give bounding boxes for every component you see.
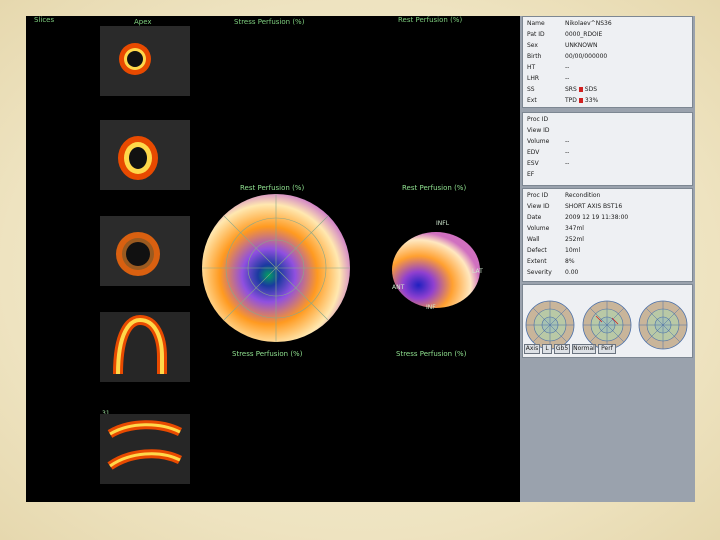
polar-map-title: Rest Perfusion (%)	[240, 184, 305, 192]
bullseye-chart[interactable]	[525, 300, 575, 350]
small-map-bottom-label: Stress Perfusion (%)	[396, 350, 467, 358]
patient-row: Sex UNKNOWN	[527, 42, 598, 49]
lat-label: LAT	[472, 268, 483, 275]
study-row: Volume 347ml	[527, 225, 584, 232]
slice-thumbnail[interactable]	[100, 216, 190, 286]
patient-row: Name Nikolaev^NS36	[527, 20, 612, 27]
study-row: Wall 252ml	[527, 236, 584, 243]
study-row: View ID	[527, 127, 550, 134]
study-row: ESV --	[527, 160, 570, 167]
study-row: Severity 0.00	[527, 269, 579, 276]
slice-thumbnail[interactable]	[100, 120, 190, 190]
l-button[interactable]: L	[542, 344, 552, 354]
study-row: View ID SHORT AXIS BST16	[527, 203, 623, 210]
info-panel: Name Nikolaev^NS36 Pat ID 0000_RDOIE Sex UN…	[520, 16, 695, 502]
polar-map-bottom-label: Stress Perfusion (%)	[232, 350, 303, 358]
gb5-button[interactable]: Gb5	[554, 344, 570, 354]
patient-row: Ext TPD 33%	[527, 97, 599, 104]
patient-row: Pat ID 0000_RDOIE	[527, 31, 603, 38]
patient-row: HT --	[527, 64, 570, 71]
study-row: EF	[527, 171, 535, 178]
slice-thumbnail[interactable]	[100, 26, 190, 96]
study-row: Proc ID Recondition	[527, 192, 601, 199]
study-row: Defect 10ml	[527, 247, 581, 254]
bullseye-chart[interactable]	[582, 300, 632, 350]
rest-header: Rest Perfusion (%)	[398, 16, 463, 24]
status-flag-icon	[578, 87, 583, 92]
patient-row: SS SRS SDS	[527, 86, 598, 93]
patient-row: LHR --	[527, 75, 570, 82]
patient-section: Name Nikolaev^NS36 Pat ID 0000_RDOIE Sex UN…	[522, 16, 693, 108]
study-row: Proc ID	[527, 116, 549, 123]
study-section-2: Proc ID Recondition View ID SHORT AXIS BST…	[522, 188, 693, 282]
study-row: Volume --	[527, 138, 570, 145]
small-map-title: Rest Perfusion (%)	[402, 184, 467, 192]
study-row: Date 2009 12 19 11:38:00	[527, 214, 629, 221]
image-viewer[interactable]: Slices Apex Stress Perfusion (%) Rest Pe…	[26, 16, 520, 502]
ant-label: ANT	[392, 284, 405, 291]
polar-map-large[interactable]	[200, 192, 352, 344]
study-section-1: Proc ID View ID Volume -- EDV -- ESV -- EF	[522, 112, 693, 186]
apex-header: Apex	[134, 18, 152, 26]
slice-thumbnail[interactable]	[100, 414, 190, 484]
axis-button[interactable]: Axis	[524, 344, 540, 354]
patient-row: Birth 00/00/000000	[527, 53, 608, 60]
inf-label: INF	[426, 304, 436, 311]
study-row: Extent 8%	[527, 258, 575, 265]
slices-header: Slices	[34, 16, 55, 24]
bullseye-chart[interactable]	[638, 300, 688, 350]
status-flag-icon	[578, 98, 583, 103]
perf-button[interactable]: Perf	[598, 344, 616, 354]
polar-map-small[interactable]	[388, 228, 484, 312]
study-row: EDV --	[527, 149, 570, 156]
slice-thumbnail[interactable]	[100, 312, 190, 382]
stress-header: Stress Perfusion (%)	[234, 18, 305, 26]
infl-label: INFL	[436, 220, 450, 227]
normal-button[interactable]: Normal	[572, 344, 596, 354]
